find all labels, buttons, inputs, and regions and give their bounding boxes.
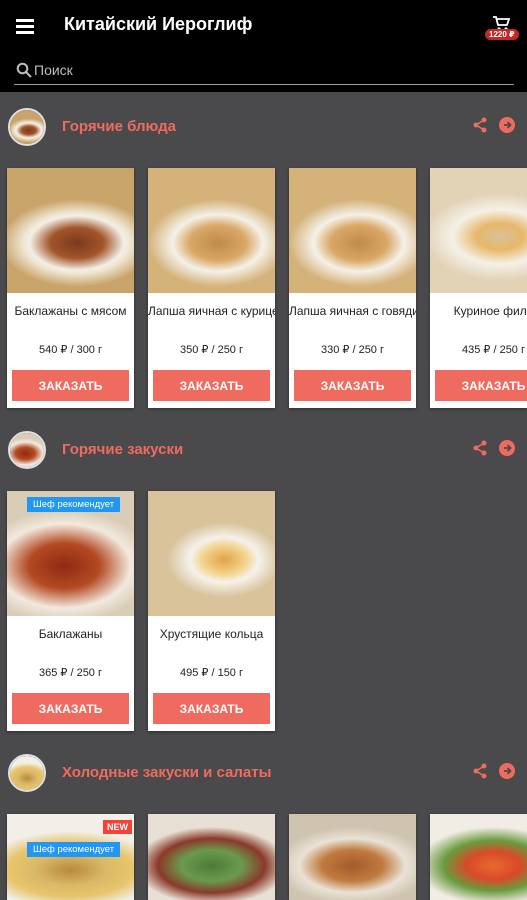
product-card[interactable]: Лапша яичная с курицей 350 ₽ / 250 г ЗАК… — [148, 168, 275, 408]
search-bar — [14, 58, 514, 85]
product-name: Лапша яичная с говядиной — [289, 304, 416, 318]
product-card[interactable]: Баклажаны с мясом 540 ₽ / 300 г ЗАКАЗАТЬ — [7, 168, 134, 408]
product-name: Баклажаны с мясом — [14, 304, 127, 318]
order-button[interactable]: ЗАКАЗАТЬ — [12, 693, 129, 724]
product-card[interactable]: NEW Шеф рекомендует — [7, 814, 134, 900]
product-price: 365 ₽ / 250 г — [39, 667, 102, 679]
product-price: 495 ₽ / 150 г — [180, 667, 243, 679]
section-header-hot-dishes: Горячие блюда — [0, 104, 527, 152]
product-card[interactable] — [148, 814, 275, 900]
section-title[interactable]: Горячие блюда — [62, 118, 176, 135]
product-image — [148, 491, 275, 616]
product-card[interactable] — [430, 814, 527, 900]
share-icon[interactable] — [472, 117, 488, 133]
product-image — [289, 168, 416, 293]
product-name: Куриное филе — [453, 304, 527, 318]
product-price: 350 ₽ / 250 г — [180, 344, 243, 356]
product-image — [148, 814, 275, 900]
product-name: Хрустящие кольца — [159, 627, 264, 641]
section-title[interactable]: Холодные закуски и салаты — [62, 764, 271, 781]
new-badge: NEW — [103, 820, 132, 834]
product-card[interactable]: Лапша яичная с говядиной 330 ₽ / 250 г З… — [289, 168, 416, 408]
chef-recommends-badge: Шеф рекомендует — [27, 842, 121, 857]
product-image — [148, 168, 275, 293]
cart-total-badge: 1220 ₽ — [485, 29, 519, 40]
section-header-hot-snacks: Горячие закуски — [0, 427, 527, 475]
product-card[interactable] — [289, 814, 416, 900]
chef-recommends-badge: Шеф рекомендует — [27, 497, 121, 512]
section-avatar — [8, 431, 46, 469]
product-card[interactable]: Куриное филе 435 ₽ / 250 г ЗАКАЗАТЬ — [430, 168, 527, 408]
product-image — [430, 168, 527, 293]
arrow-right-circle-icon[interactable] — [499, 117, 515, 133]
order-button[interactable]: ЗАКАЗАТЬ — [153, 370, 270, 401]
menu-icon[interactable] — [14, 16, 36, 36]
product-price: 540 ₽ / 300 г — [39, 344, 102, 356]
section-title[interactable]: Горячие закуски — [62, 441, 183, 458]
order-button[interactable]: ЗАКАЗАТЬ — [435, 370, 527, 401]
product-price: 435 ₽ / 250 г — [462, 344, 525, 356]
section-avatar — [8, 754, 46, 792]
product-image — [430, 814, 527, 900]
product-name: Лапша яичная с курицей — [148, 304, 275, 318]
section-avatar — [8, 108, 46, 146]
section-header-cold-snacks: Холодные закуски и салаты — [0, 750, 527, 798]
order-button[interactable]: ЗАКАЗАТЬ — [153, 693, 270, 724]
product-image — [7, 168, 134, 293]
order-button[interactable]: ЗАКАЗАТЬ — [294, 370, 411, 401]
app-bar: Китайский Иероглиф 1220 ₽ — [0, 0, 527, 92]
product-card[interactable]: Хрустящие кольца 495 ₽ / 150 г ЗАКАЗАТЬ — [148, 491, 275, 731]
product-image — [289, 814, 416, 900]
app-title: Китайский Иероглиф — [64, 14, 253, 34]
order-button[interactable]: ЗАКАЗАТЬ — [12, 370, 129, 401]
search-icon — [16, 62, 32, 78]
arrow-right-circle-icon[interactable] — [499, 763, 515, 779]
cart-button[interactable]: 1220 ₽ — [480, 12, 524, 44]
share-icon[interactable] — [472, 763, 488, 779]
arrow-right-circle-icon[interactable] — [499, 440, 515, 456]
search-input[interactable] — [34, 60, 494, 80]
share-icon[interactable] — [472, 440, 488, 456]
product-price: 330 ₽ / 250 г — [321, 344, 384, 356]
product-card[interactable]: Шеф рекомендует Баклажаны 365 ₽ / 250 г … — [7, 491, 134, 731]
product-name: Баклажаны — [38, 627, 103, 641]
